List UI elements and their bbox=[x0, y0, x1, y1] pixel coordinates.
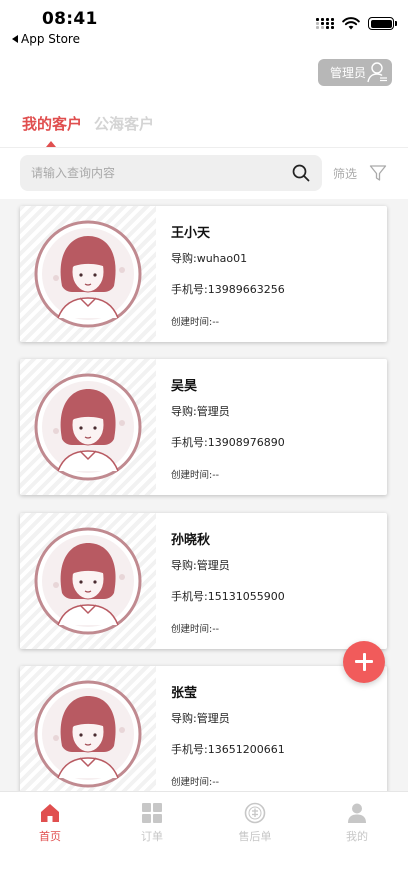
tabs-divider bbox=[0, 147, 408, 148]
cellular-signal-icon bbox=[316, 18, 334, 29]
customer-name: 吴昊 bbox=[171, 379, 198, 394]
customer-guide: 导购:管理员 bbox=[171, 712, 230, 725]
tab-my-customers[interactable]: 我的客户 bbox=[22, 113, 82, 134]
search-bar bbox=[20, 155, 322, 191]
customer-tabs: 我的客户 公海客户 bbox=[22, 113, 154, 134]
customer-created-time: 创建时间:-- bbox=[171, 777, 220, 788]
search-icon[interactable] bbox=[292, 164, 310, 182]
nav-label: 首页 bbox=[39, 830, 61, 843]
back-app-store-label: App Store bbox=[21, 32, 80, 46]
avatar-panel bbox=[20, 666, 156, 791]
battery-icon bbox=[368, 17, 397, 30]
avatar bbox=[34, 220, 142, 328]
after-sale-icon bbox=[244, 802, 266, 824]
customer-phone: 手机号:13989663256 bbox=[171, 283, 285, 296]
customer-card[interactable]: 吴昊 导购:管理员 手机号:13908976890 创建时间:-- bbox=[20, 359, 387, 495]
customer-phone: 手机号:15131055900 bbox=[171, 590, 285, 603]
filter-label: 筛选 bbox=[333, 166, 358, 181]
nav-item-mine[interactable]: 我的 bbox=[327, 802, 387, 844]
nav-label: 售后单 bbox=[238, 830, 272, 843]
customer-card[interactable]: 王小天 导购:wuhao01 手机号:13989663256 创建时间:-- bbox=[20, 206, 387, 342]
customer-card[interactable]: 张莹 导购:管理员 手机号:13651200661 创建时间:-- bbox=[20, 666, 387, 791]
status-indicators bbox=[316, 17, 397, 30]
add-customer-button[interactable] bbox=[343, 641, 385, 683]
customer-guide: 导购:管理员 bbox=[171, 559, 230, 572]
bottom-nav: 首页 订单 售后单 我的 bbox=[0, 791, 408, 883]
search-input[interactable] bbox=[31, 155, 281, 191]
tab-public-customers[interactable]: 公海客户 bbox=[94, 113, 154, 134]
wifi-icon bbox=[342, 17, 360, 30]
customer-created-time: 创建时间:-- bbox=[171, 470, 220, 481]
status-time: 08:41 bbox=[42, 9, 98, 29]
nav-label: 我的 bbox=[346, 830, 368, 843]
avatar bbox=[34, 373, 142, 481]
avatar-panel bbox=[20, 359, 156, 495]
admin-label: 管理员 bbox=[330, 66, 367, 80]
nav-item-home[interactable]: 首页 bbox=[20, 802, 80, 844]
avatar bbox=[34, 680, 142, 788]
customer-phone: 手机号:13651200661 bbox=[171, 743, 285, 756]
customer-name: 孙晓秋 bbox=[171, 533, 211, 548]
customer-phone: 手机号:13908976890 bbox=[171, 436, 285, 449]
avatar-panel bbox=[20, 513, 156, 649]
person-icon bbox=[348, 803, 366, 823]
customer-created-time: 创建时间:-- bbox=[171, 624, 220, 635]
grid-icon bbox=[142, 803, 162, 823]
customer-name: 张莹 bbox=[171, 686, 198, 701]
nav-label: 订单 bbox=[141, 830, 163, 843]
avatar-panel bbox=[20, 206, 156, 342]
customer-card[interactable]: 孙晓秋 导购:管理员 手机号:15131055900 创建时间:-- bbox=[20, 513, 387, 649]
nav-item-orders[interactable]: 订单 bbox=[122, 802, 182, 844]
customer-created-time: 创建时间:-- bbox=[171, 317, 220, 328]
nav-item-after-sale[interactable]: 售后单 bbox=[225, 802, 285, 844]
customer-list: 王小天 导购:wuhao01 手机号:13989663256 创建时间:-- 吴… bbox=[0, 199, 408, 791]
back-to-app-store[interactable]: App Store bbox=[12, 32, 80, 46]
user-icon bbox=[367, 62, 387, 83]
customer-guide: 导购:管理员 bbox=[171, 405, 230, 418]
customer-guide: 导购:wuhao01 bbox=[171, 252, 248, 265]
funnel-icon bbox=[369, 165, 387, 181]
customer-name: 王小天 bbox=[171, 226, 211, 241]
avatar bbox=[34, 527, 142, 635]
filter-button[interactable]: 筛选 bbox=[333, 164, 387, 182]
status-bar: 08:41 App Store bbox=[0, 0, 408, 50]
home-icon bbox=[41, 804, 59, 822]
back-arrow-icon bbox=[12, 35, 18, 43]
admin-role-button[interactable]: 管理员 bbox=[318, 59, 392, 86]
